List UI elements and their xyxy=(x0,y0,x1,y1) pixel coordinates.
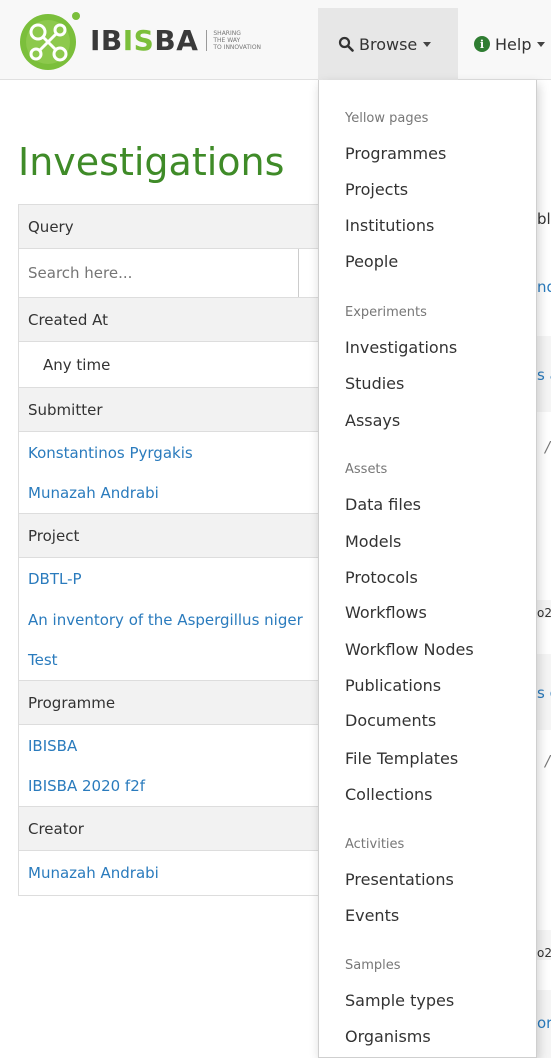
menu-item-file-templates[interactable]: File Templates xyxy=(345,749,458,768)
menu-item-programmes[interactable]: Programmes xyxy=(345,144,446,163)
info-circle-icon: i xyxy=(474,36,490,52)
search-icon xyxy=(338,36,354,52)
menu-item-workflows[interactable]: Workflows xyxy=(345,603,427,622)
brand-logo[interactable]: IBISBA SHARING THE WAY TO INNOVATION xyxy=(14,8,270,72)
ibisba-logo-icon xyxy=(20,12,80,70)
result-text-fragment: o2 xyxy=(537,946,551,960)
menu-item-presentations[interactable]: Presentations xyxy=(345,870,454,889)
menu-item-institutions[interactable]: Institutions xyxy=(345,216,434,235)
result-text-fragment: bl xyxy=(537,210,551,228)
result-link-fragment: or xyxy=(537,1014,551,1032)
menu-item-people[interactable]: People xyxy=(345,252,398,271)
result-text-fragment: o2 xyxy=(537,606,551,620)
creator-link[interactable]: Munazah Andrabi xyxy=(19,851,338,895)
submitter-header: Submitter xyxy=(19,388,338,432)
brand-name: IBISBA xyxy=(90,23,199,57)
help-menu-toggle[interactable]: i Help xyxy=(474,8,546,80)
menu-item-events[interactable]: Events xyxy=(345,906,399,925)
help-label: Help xyxy=(495,34,532,54)
menu-item-publications[interactable]: Publications xyxy=(345,676,441,695)
dropdown-header-experiments: Experiments xyxy=(345,305,427,320)
dropdown-header-activities: Activities xyxy=(345,837,405,852)
brand-tagline: SHARING THE WAY TO INNOVATION xyxy=(206,29,270,51)
menu-item-assays[interactable]: Assays xyxy=(345,411,400,430)
programme-header: Programme xyxy=(19,681,338,725)
result-link-fragment: s c xyxy=(537,684,551,702)
menu-item-models[interactable]: Models xyxy=(345,532,401,551)
browse-menu-toggle[interactable]: Browse xyxy=(318,8,458,80)
menu-item-protocols[interactable]: Protocols xyxy=(345,568,418,587)
menu-item-data-files[interactable]: Data files xyxy=(345,495,421,514)
page-title: Investigations xyxy=(18,140,285,184)
project-link[interactable]: An inventory of the Aspergillus niger xyxy=(19,599,338,640)
chevron-down-icon xyxy=(537,41,546,47)
top-navbar: IBISBA SHARING THE WAY TO INNOVATION Bro… xyxy=(0,0,551,80)
menu-item-workflow-nodes[interactable]: Workflow Nodes xyxy=(345,640,474,659)
result-link-fragment: nd xyxy=(537,278,551,296)
result-text-fragment: / xyxy=(545,752,551,770)
created-at-select[interactable]: Any time xyxy=(19,342,338,388)
menu-item-investigations[interactable]: Investigations xyxy=(345,338,457,357)
dropdown-header-yellow-pages: Yellow pages xyxy=(345,111,429,126)
browse-label: Browse xyxy=(359,34,418,54)
result-text-fragment: / xyxy=(545,438,551,456)
menu-item-collections[interactable]: Collections xyxy=(345,785,432,804)
programme-link[interactable]: IBISBA 2020 f2f xyxy=(19,766,338,807)
filter-sidebar: Query Created At Any time Submitter Kons… xyxy=(18,204,338,896)
project-header: Project xyxy=(19,514,338,558)
result-link-fragment: s a xyxy=(537,366,551,384)
dropdown-header-assets: Assets xyxy=(345,462,388,477)
menu-item-documents[interactable]: Documents xyxy=(345,711,436,730)
submitter-link[interactable]: Konstantinos Pyrgakis xyxy=(19,432,338,473)
menu-item-organisms[interactable]: Organisms xyxy=(345,1027,431,1046)
submitter-link[interactable]: Munazah Andrabi xyxy=(19,473,338,514)
created-at-header: Created At xyxy=(19,298,338,342)
menu-item-sample-types[interactable]: Sample types xyxy=(345,991,454,1010)
query-search-row xyxy=(19,249,338,298)
search-input[interactable] xyxy=(19,249,299,297)
programme-link[interactable]: IBISBA xyxy=(19,725,338,766)
dropdown-header-samples: Samples xyxy=(345,958,401,973)
menu-item-studies[interactable]: Studies xyxy=(345,374,404,393)
project-link[interactable]: Test xyxy=(19,640,338,681)
browse-dropdown-menu: Yellow pages Programmes Projects Institu… xyxy=(318,80,537,1058)
creator-header: Creator xyxy=(19,807,338,851)
query-header: Query xyxy=(19,205,338,249)
chevron-down-icon xyxy=(423,41,432,47)
project-link[interactable]: DBTL-P xyxy=(19,558,338,599)
menu-item-projects[interactable]: Projects xyxy=(345,180,408,199)
